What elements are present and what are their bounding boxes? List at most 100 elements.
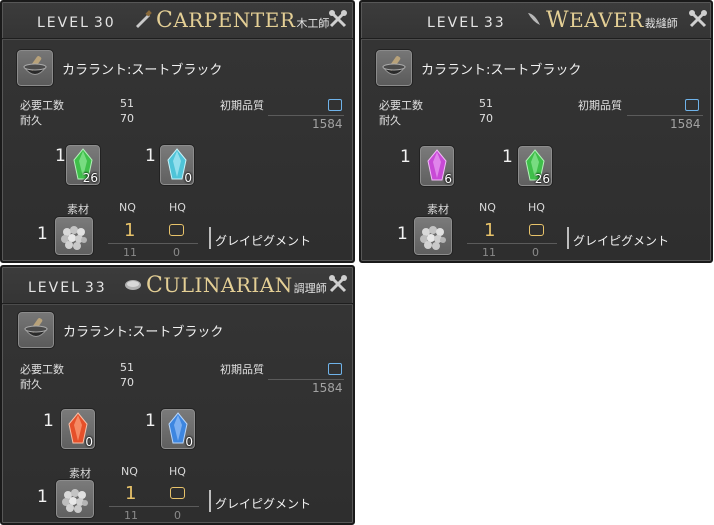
mortar-pestle-icon [382,56,406,75]
frying-pan-icon [125,280,141,290]
quality-divider [268,379,344,380]
hq-column-label: HQ [169,465,186,478]
item-icon[interactable] [375,49,413,87]
saw-icon [136,10,152,28]
panel-header: LEVEL 33 WEAVER裁縫師 [361,2,711,39]
item-name: カララント:スートブラック [421,63,582,78]
durability-label: 耐久 [20,114,42,127]
progress-value: 51 [479,97,493,110]
material-divider [108,243,198,244]
job-name: CARPENTER木工師 [156,8,330,33]
crystal-owned: 0 [85,435,93,449]
level-label: LEVEL 33 [427,15,506,31]
material-qty: 1 [397,224,408,244]
job-name-jp: 裁縫師 [644,17,678,30]
durability-value: 70 [479,112,493,125]
level-number: 33 [84,280,107,296]
hq-owned: 0 [174,509,181,522]
nq-selected[interactable]: 1 [484,220,495,241]
level-number: 30 [93,15,116,31]
material-divider [109,506,199,507]
panel-header: LEVEL 30 CARPENTER木工師 [2,2,353,39]
durability-value: 70 [120,112,134,125]
durability-label: 耐久 [20,378,42,391]
initial-quality-checkbox[interactable] [685,99,699,111]
crystal-slot[interactable]: 26 [65,144,101,186]
recipe-panel-carpenter: LEVEL 30 CARPENTER木工師 カララント:スートブラック 必要工数 … [0,0,355,263]
nq-selected[interactable]: 1 [124,220,135,241]
mortar-pestle-icon [23,56,47,75]
item-icon[interactable] [17,311,55,349]
material-divider [467,243,557,244]
crystal-owned: 0 [185,435,193,449]
gray-pigment-icon [61,226,87,250]
level-label: LEVEL 33 [28,280,107,296]
recipe-panel-culinarian: LEVEL 33 CULINARIAN調理師 カララント:スートブラック 必要工数… [0,265,355,525]
hq-owned: 0 [173,246,180,259]
crystal-qty: 1 [400,147,411,167]
crystal-owned: 26 [534,172,550,186]
material-name: グレイピグメント [573,234,670,248]
material-qty: 1 [37,224,48,244]
crystal-qty: 1 [502,147,513,167]
needle-icon [528,13,540,25]
initial-quality-checkbox[interactable] [328,363,342,375]
max-quality: 1584 [312,117,343,131]
item-name: カララント:スートブラック [62,63,223,78]
initial-quality-label: 初期品質 [220,363,264,376]
nq-column-label: NQ [121,465,138,478]
crystal-slot[interactable]: 0 [160,408,196,450]
job-name-jp: 調理師 [293,282,327,295]
quality-divider [627,115,703,116]
job-name: WEAVER裁縫師 [546,8,678,33]
panel-header: LEVEL 33 CULINARIAN調理師 [2,267,353,304]
crossed-tools-icon[interactable] [688,9,708,29]
max-quality: 1584 [670,117,701,131]
nq-selected[interactable]: 1 [125,483,136,504]
gray-pigment-icon [62,489,88,513]
nq-owned: 11 [482,246,496,259]
hq-owned: 0 [532,246,539,259]
progress-label: 必要工数 [20,363,64,376]
item-icon[interactable] [16,49,54,87]
nq-column-label: NQ [479,201,496,214]
job-name-jp: 木工師 [296,17,330,30]
crystal-slot[interactable]: 0 [60,408,96,450]
material-bar [209,490,211,512]
crystal-qty: 1 [145,146,156,166]
material-slot[interactable] [413,216,453,256]
recipe-panel-weaver: LEVEL 33 WEAVER裁縫師 カララント:スートブラック 必要工数 51 … [359,0,713,263]
material-bar [567,227,569,249]
durability-label: 耐久 [379,114,401,127]
mortar-pestle-icon [24,318,48,337]
initial-quality-label: 初期品質 [220,99,264,112]
level-number: 33 [483,15,506,31]
crystal-slot[interactable]: 6 [419,145,455,187]
material-column-label: 素材 [67,203,89,216]
durability-value: 70 [120,376,134,389]
item-name: カララント:スートブラック [63,325,224,340]
material-slot[interactable] [55,479,95,519]
job-name: CULINARIAN調理師 [146,273,327,298]
max-quality: 1584 [312,381,343,395]
crystal-slot[interactable]: 0 [159,144,195,186]
hq-column-label: HQ [528,201,545,214]
progress-value: 51 [120,97,134,110]
crossed-tools-icon[interactable] [328,274,348,294]
initial-quality-label: 初期品質 [578,99,622,112]
crossed-tools-icon[interactable] [328,9,348,29]
nq-owned: 11 [123,246,137,259]
hq-selector[interactable] [170,487,185,499]
material-name: グレイピグメント [215,497,312,511]
quality-divider [268,115,344,116]
nq-owned: 11 [124,509,138,522]
crystal-slot[interactable]: 26 [517,145,553,187]
crystal-qty: 1 [43,411,54,431]
hq-selector[interactable] [529,224,544,236]
hq-selector[interactable] [169,224,184,236]
level-label: LEVEL 30 [37,15,116,31]
gray-pigment-icon [420,226,446,250]
material-slot[interactable] [54,216,94,256]
initial-quality-checkbox[interactable] [328,99,342,111]
material-column-label: 素材 [427,203,449,216]
